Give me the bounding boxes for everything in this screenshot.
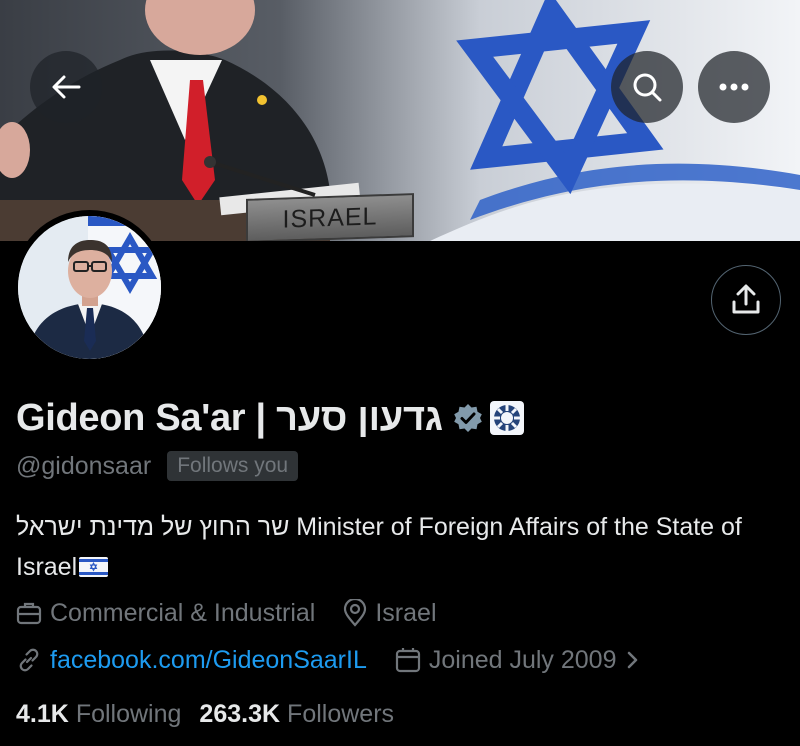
verified-badge-icon[interactable] (453, 403, 483, 433)
avatar[interactable] (18, 216, 161, 359)
following-link[interactable]: 4.1K Following (16, 700, 181, 729)
briefcase-icon (16, 602, 42, 625)
arrow-left-icon (52, 75, 81, 99)
location-text: Israel (375, 598, 437, 627)
display-name: Gideon Sa'ar | גדעון סער (16, 396, 443, 439)
followers-count: 263.3K (199, 699, 281, 728)
calendar-icon (395, 648, 420, 673)
following-label: Following (75, 699, 182, 728)
profile-meta-row-1: Commercial & Industrial Israel (16, 596, 437, 630)
profile-stats: 4.1K Following 263.3K Followers (16, 697, 394, 731)
website-item[interactable]: facebook.com/GideonSaarIL (16, 646, 367, 675)
profile-name-row: Gideon Sa'ar | גדעון סער (16, 392, 525, 444)
joined-text: Joined July 2009 (428, 645, 617, 674)
category-text: Commercial & Industrial (50, 598, 316, 627)
joined-item[interactable]: Joined July 2009 (395, 646, 649, 675)
link-icon (19, 648, 39, 672)
share-icon (732, 284, 760, 314)
bio-text: שר החוץ של מדינת ישראל Minister of Forei… (16, 513, 742, 581)
search-button[interactable] (611, 51, 683, 123)
category-item: Commercial & Industrial (16, 599, 315, 628)
bio: שר החוץ של מדינת ישראל Minister of Forei… (16, 507, 776, 587)
more-horizontal-icon (719, 83, 749, 91)
nameplate-text: ISRAEL (282, 201, 378, 234)
banner-nameplate: ISRAEL (246, 193, 414, 241)
location-item: Israel (343, 598, 437, 628)
share-button[interactable] (711, 265, 781, 335)
israel-flag-icon (79, 557, 109, 577)
followers-link[interactable]: 263.3K Followers (199, 700, 394, 729)
follows-you-badge: Follows you (167, 451, 299, 481)
affiliation-badge-icon[interactable] (489, 400, 525, 436)
followers-label: Followers (287, 699, 395, 728)
avatar-photo (18, 216, 161, 359)
search-icon (633, 73, 662, 102)
chevron-right-icon (627, 651, 637, 669)
location-pin-icon (344, 599, 367, 627)
following-count: 4.1K (16, 699, 69, 728)
back-button[interactable] (30, 51, 102, 123)
profile-meta-row-2: facebook.com/GideonSaarIL Joined July 20… (16, 643, 649, 677)
profile-banner: ISRAEL (0, 0, 800, 241)
handle: @gidonsaar (16, 451, 152, 480)
more-options-button[interactable] (698, 51, 770, 123)
handle-row: @gidonsaar Follows you (16, 449, 299, 483)
website-link[interactable]: facebook.com/GideonSaarIL (50, 646, 367, 675)
